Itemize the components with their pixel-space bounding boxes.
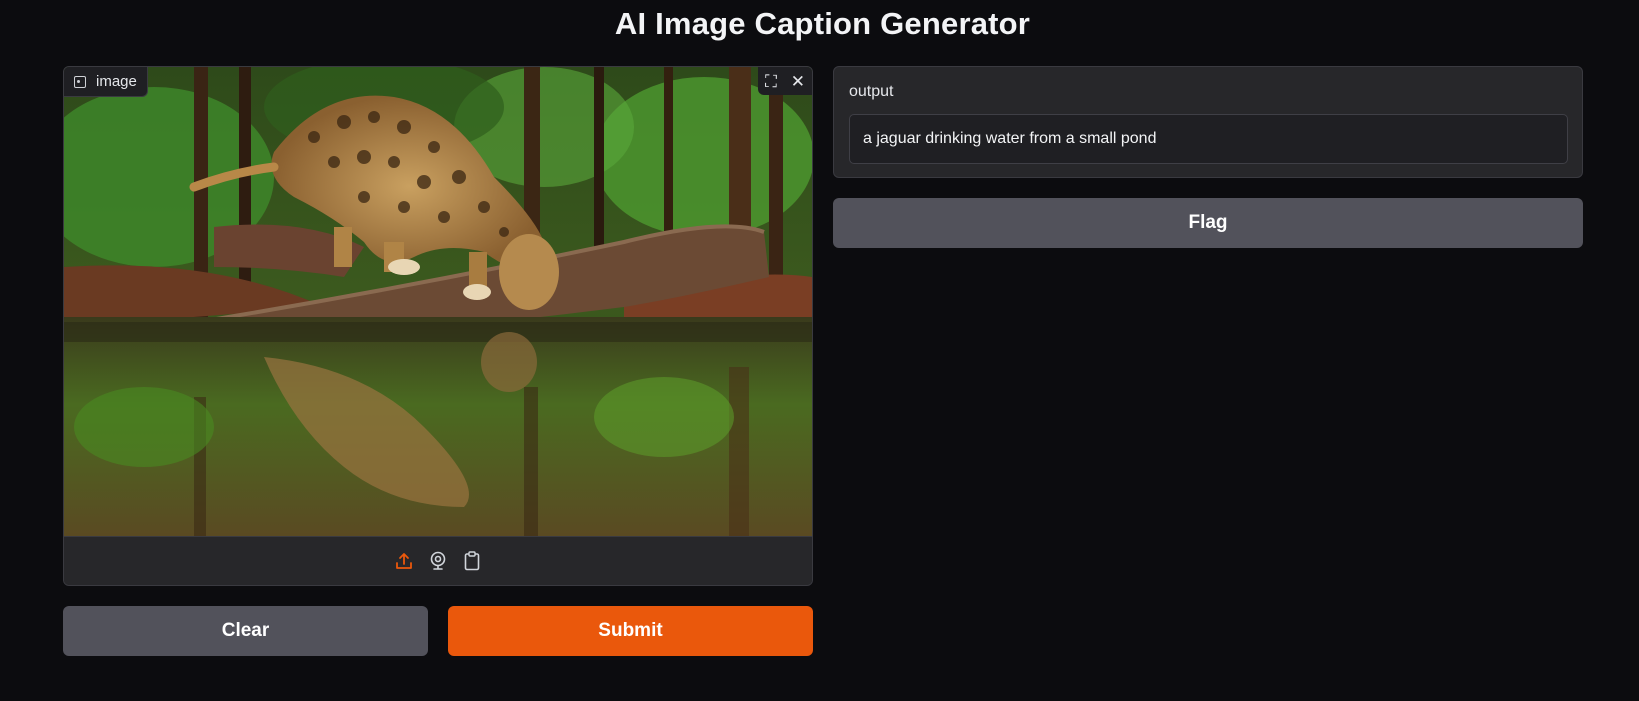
- jaguar-photo: [64, 67, 812, 536]
- output-panel: output a jaguar drinking water from a sm…: [833, 66, 1583, 178]
- clear-button[interactable]: Clear: [63, 606, 428, 656]
- upload-icon[interactable]: [394, 550, 414, 572]
- uploaded-image[interactable]: image ⛶ ✕: [64, 67, 812, 536]
- image-icon: [74, 75, 86, 88]
- image-toolbar: ⛶ ✕: [758, 67, 812, 95]
- image-input-panel: image ⛶ ✕: [63, 66, 813, 586]
- clipboard-icon[interactable]: [462, 550, 482, 572]
- close-icon[interactable]: ✕: [791, 73, 805, 90]
- source-selector: [64, 536, 812, 585]
- submit-button[interactable]: Submit: [448, 606, 813, 656]
- output-textbox[interactable]: a jaguar drinking water from a small pon…: [849, 114, 1568, 164]
- image-label-text: image: [96, 73, 137, 90]
- flag-button[interactable]: Flag: [833, 198, 1583, 248]
- page-title: AI Image Caption Generator: [614, 6, 1031, 41]
- app-page: AI Image Caption Generator image ⛶ ✕ Cle…: [0, 0, 1639, 701]
- output-label: output: [849, 83, 894, 100]
- fullscreen-icon[interactable]: ⛶: [765, 73, 777, 90]
- image-label: image: [64, 67, 148, 97]
- webcam-icon[interactable]: [428, 550, 448, 572]
